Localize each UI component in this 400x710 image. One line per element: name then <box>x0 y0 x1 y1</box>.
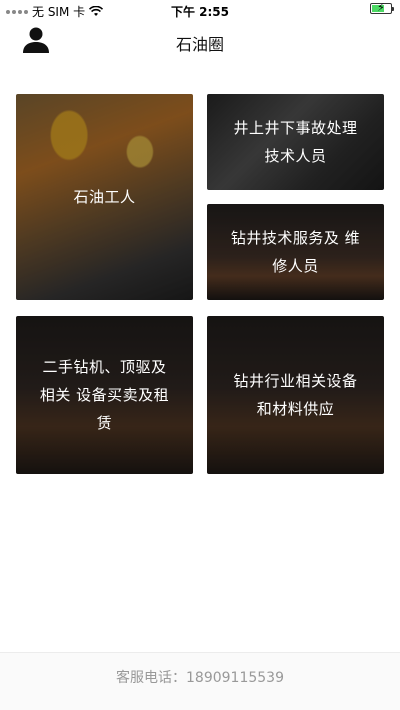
status-bar: 无 SIM 卡 下午 2:55 ⚡ <box>0 0 400 20</box>
footer: 客服电话：18909115539 <box>0 652 400 710</box>
tile-oil-workers[interactable]: 石油工人 <box>16 94 193 300</box>
tile-accident-handling[interactable]: 井上井下事故处理技术人员 <box>207 94 384 190</box>
tile-label: 钻井技术服务及 维修人员 <box>230 229 361 275</box>
tile-label: 井上井下事故处理技术人员 <box>233 119 358 165</box>
tile-label: 钻井行业相关设备和材料供应 <box>233 372 358 418</box>
tile-label: 石油工人 <box>73 188 136 206</box>
page-title: 石油圈 <box>175 35 224 54</box>
tile-drilling-service[interactable]: 钻井技术服务及 维修人员 <box>207 204 384 300</box>
battery-charging-icon: ⚡ <box>370 1 394 14</box>
battery-area: ⚡ <box>370 1 394 14</box>
tile-equipment-trading[interactable]: 二手钻机、顶驱及相关 设备买卖及租赁 <box>16 316 193 474</box>
navigation-bar: 石油圈 <box>0 20 400 62</box>
service-phone[interactable]: 客服电话：18909115539 <box>0 667 400 687</box>
status-time: 下午 2:55 <box>170 5 230 19</box>
tile-label: 二手钻机、顶驱及相关 设备买卖及租赁 <box>39 358 170 432</box>
tile-materials-supply[interactable]: 钻井行业相关设备和材料供应 <box>207 316 384 474</box>
